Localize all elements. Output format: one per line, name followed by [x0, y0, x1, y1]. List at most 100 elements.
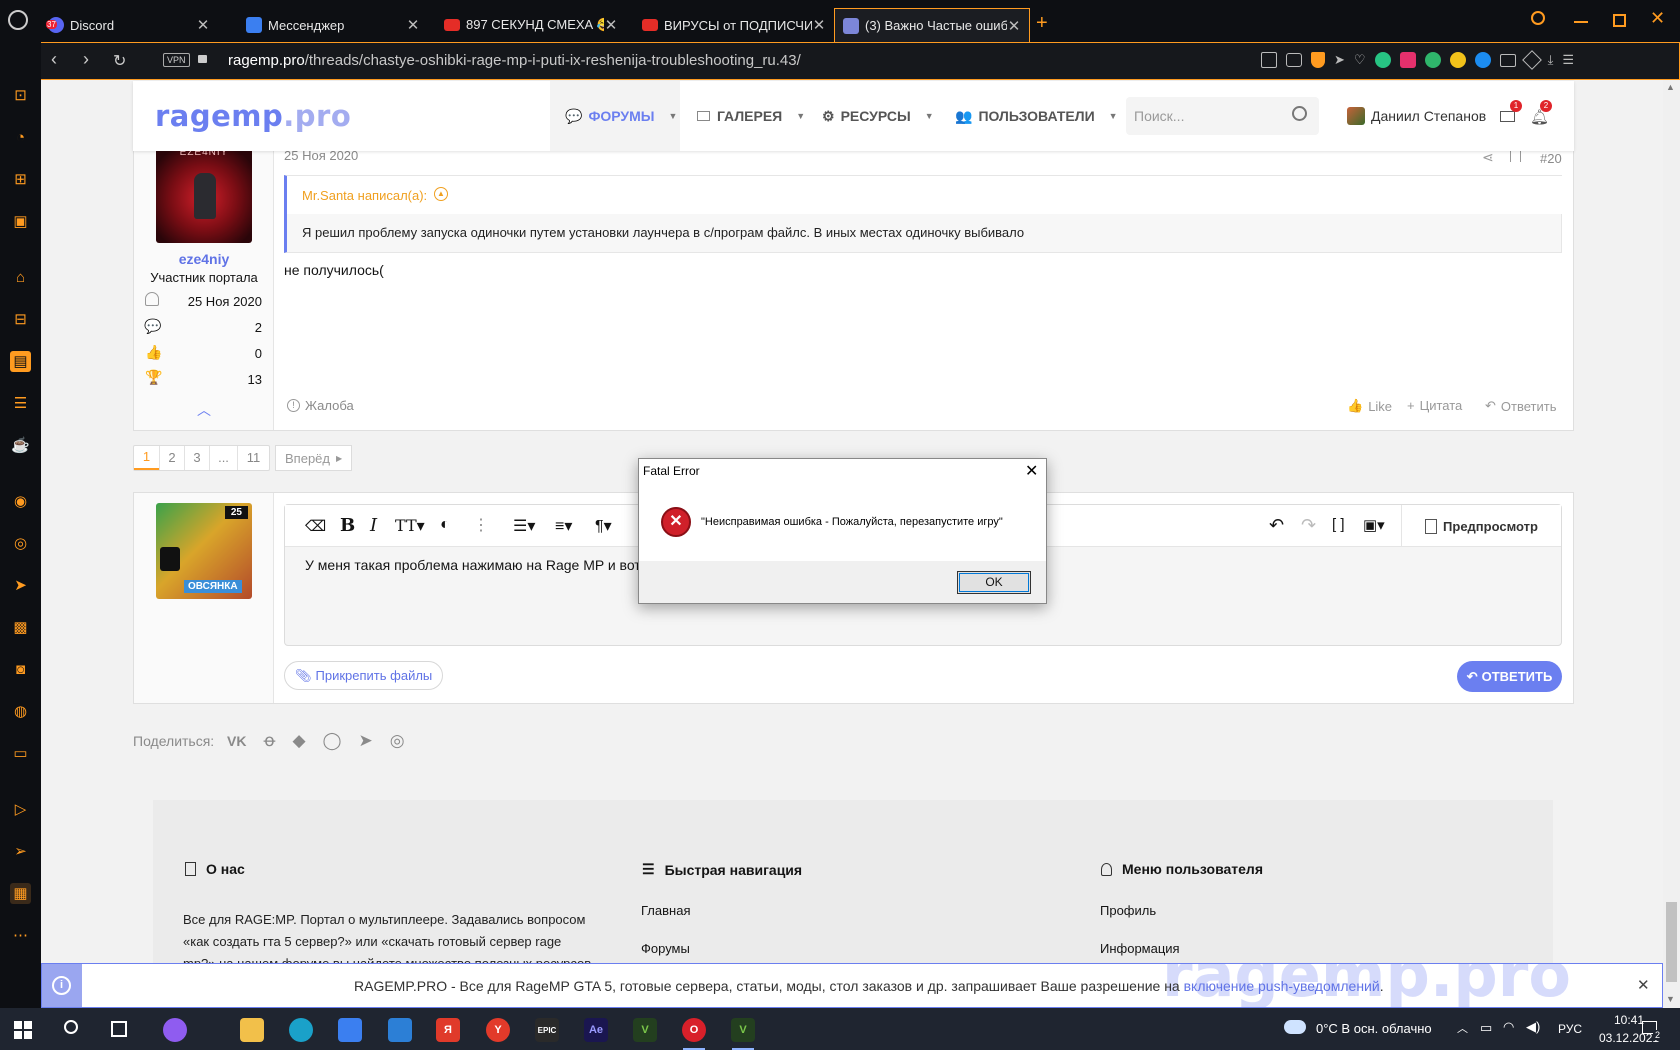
push-close-icon[interactable]: ✕ — [1637, 976, 1650, 994]
post-share-icon[interactable]: ⋖ — [1482, 149, 1494, 166]
ext-yellow-icon[interactable] — [1449, 52, 1466, 68]
footer-link-home[interactable]: Главная — [641, 903, 690, 918]
whatsapp-share-icon[interactable]: ◯ — [323, 731, 342, 751]
ext-grid-icon[interactable] — [1399, 52, 1416, 68]
reply-button[interactable]: ↶ Ответить — [1485, 398, 1556, 414]
more-options-icon[interactable]: ⋮ — [473, 515, 489, 535]
yandex-icon[interactable]: Y — [486, 1018, 510, 1042]
ext-blue-icon[interactable] — [1474, 52, 1491, 68]
ok-button[interactable]: OK — [957, 571, 1031, 594]
mail-icon[interactable] — [388, 1018, 412, 1042]
inbox-icon[interactable] — [1500, 111, 1515, 122]
maximize-icon[interactable] — [1613, 14, 1626, 27]
share-icon[interactable] — [1261, 52, 1277, 68]
wallet-icon[interactable] — [1499, 53, 1516, 67]
list-icon[interactable]: ☰▾ — [513, 516, 535, 536]
back-icon[interactable]: ‹ — [51, 49, 57, 70]
briefcase-icon[interactable]: ▤ — [10, 351, 31, 372]
quote-button[interactable]: + Цитата — [1407, 398, 1462, 413]
twitch-icon[interactable]: ▣ — [10, 211, 31, 232]
home-icon[interactable]: ⌂ — [10, 267, 31, 288]
rage-taskbar-icon[interactable]: V — [731, 1018, 755, 1042]
network-icon[interactable]: ▭ — [1480, 1020, 1492, 1036]
paragraph-icon[interactable]: ¶▾ — [595, 516, 612, 536]
ext-green-icon[interactable] — [1424, 52, 1441, 68]
tab-close-icon[interactable]: ✕ — [604, 16, 618, 34]
nav-resources[interactable]: ⚙ РЕСУРСЫ ▼ — [822, 81, 934, 151]
page-1[interactable]: 1 — [134, 446, 159, 470]
page-ellipsis[interactable]: ... — [209, 446, 237, 470]
tab-close-icon[interactable]: ✕ — [406, 16, 420, 34]
cup-icon[interactable]: ☕ — [10, 435, 31, 456]
twitter-share-icon[interactable]: ◆ — [292, 731, 305, 751]
new-tab-icon[interactable]: + — [1036, 12, 1048, 35]
player-icon[interactable]: ▷ — [10, 799, 31, 820]
italic-icon[interactable]: I — [370, 515, 377, 536]
alice-icon[interactable] — [163, 1018, 187, 1042]
vk-icon[interactable]: ▩ — [10, 617, 31, 638]
easy-setup-icon[interactable]: ☰ — [1562, 52, 1574, 68]
dialog-close-icon[interactable]: ✕ — [1025, 461, 1038, 481]
undo-icon[interactable]: ↶ — [1269, 515, 1284, 536]
ext-a-icon[interactable] — [1374, 52, 1391, 68]
text-size-icon[interactable]: TT▾ — [395, 516, 425, 535]
author-avatar[interactable]: EZE4NIY — [156, 143, 252, 243]
forward-icon[interactable]: › — [83, 49, 89, 70]
weather-icon[interactable] — [1284, 1020, 1306, 1034]
tray-chevron-icon[interactable]: ︿ — [1457, 1020, 1468, 1036]
preview-button[interactable]: Предпросмотр — [1401, 505, 1561, 547]
tab-ragemp[interactable]: (3) Важно Частые ошибки ✕ — [834, 8, 1030, 42]
user-menu[interactable]: Даниил Степанов — [1347, 107, 1486, 125]
footer-link-profile[interactable]: Профиль — [1100, 903, 1156, 918]
bold-icon[interactable]: B — [340, 515, 355, 536]
wifi-icon[interactable]: ◠ — [1503, 1019, 1514, 1035]
scroll-down-icon[interactable]: ▼ — [1666, 994, 1675, 1004]
page-2[interactable]: 2 — [159, 446, 184, 470]
send-icon[interactable]: ➤ — [1334, 52, 1345, 68]
close-window-icon[interactable]: ✕ — [1650, 8, 1665, 29]
edge-icon[interactable] — [289, 1018, 313, 1042]
send-sidebar-icon[interactable]: ➢ — [10, 841, 31, 862]
after-effects-icon[interactable]: Ae — [584, 1018, 608, 1042]
scrollbar[interactable]: ▲ ▼ — [1663, 80, 1680, 1008]
weather-text[interactable]: 0°C В осн. облачно — [1316, 1021, 1432, 1036]
store-icon[interactable] — [338, 1018, 362, 1042]
nav-forums[interactable]: 💬 ФОРУМЫ ▼ — [550, 81, 680, 151]
language-indicator[interactable]: РУС — [1558, 1022, 1582, 1036]
opera-menu-icon[interactable] — [8, 10, 28, 30]
bag-icon[interactable]: ⊞ — [10, 169, 31, 190]
epic-games-icon[interactable]: EPIC — [535, 1018, 559, 1042]
align-icon[interactable]: ≡▾ — [555, 516, 572, 536]
yandex-browser-icon[interactable]: Я — [436, 1018, 460, 1042]
search-icon[interactable] — [1292, 106, 1307, 121]
url-text[interactable]: ragemp.pro/threads/chastye-oshibki-rage-… — [228, 52, 801, 69]
footer-link-info[interactable]: Информация — [1100, 941, 1180, 956]
opera-taskbar-icon[interactable]: O — [682, 1018, 706, 1042]
search-tabs-icon[interactable] — [1531, 11, 1545, 25]
author-name[interactable]: eze4niy — [134, 251, 274, 267]
collapse-chevron-icon[interactable]: ︿ — [197, 400, 211, 420]
twitter-icon[interactable]: ◍ — [10, 701, 31, 722]
file-explorer-icon[interactable] — [240, 1018, 264, 1042]
submit-reply-button[interactable]: ↶ ОТВЕТИТЬ — [1457, 661, 1562, 692]
gamepad-icon[interactable]: ⊡ — [10, 85, 31, 106]
gta-icon[interactable]: V — [633, 1018, 657, 1042]
scroll-up-icon[interactable]: ▲ — [1666, 82, 1675, 92]
post-number[interactable]: #20 — [1540, 151, 1562, 166]
page-11[interactable]: 11 — [237, 446, 269, 470]
messenger-sidebar-icon[interactable]: ◉ — [10, 491, 31, 512]
redo-icon[interactable]: ↷ — [1301, 515, 1316, 536]
minimize-icon[interactable] — [1574, 21, 1588, 23]
speedometer-icon[interactable]: ◔ — [10, 127, 31, 148]
tab-discord[interactable]: 37 Discord ✕ — [40, 8, 218, 42]
tab-close-icon[interactable]: ✕ — [812, 16, 826, 34]
quote-author[interactable]: Mr.Santa написал(а): — [302, 188, 427, 203]
discord-sidebar-icon[interactable]: ▭ — [10, 743, 31, 764]
telegram-icon[interactable]: ➤ — [10, 575, 31, 596]
eraser-icon[interactable]: ⌫ — [305, 517, 326, 535]
save-draft-icon[interactable]: ▣▾ — [1363, 516, 1385, 534]
instagram-icon[interactable]: ◙ — [10, 659, 31, 680]
telegram-share-icon[interactable]: ➤ — [359, 731, 373, 751]
push-enable-link[interactable]: включение push-уведомлений — [1184, 978, 1380, 994]
viber-icon[interactable]: ◎ — [390, 731, 405, 751]
